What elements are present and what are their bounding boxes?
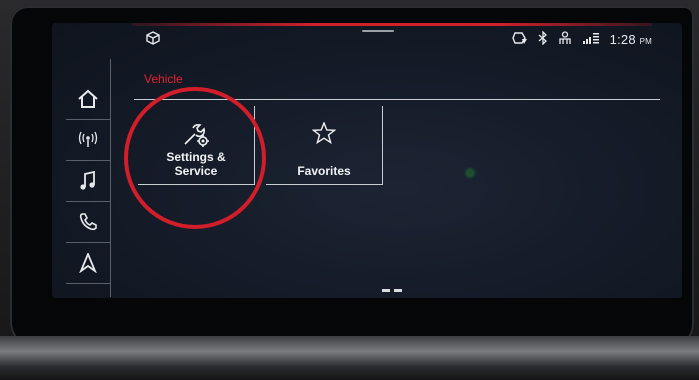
page-dot [394,289,402,292]
lte-signal-icon [582,31,600,48]
sidebar-item-phone[interactable] [66,202,110,243]
wireless-charging-icon [511,31,528,48]
clock: 1:28 PM [610,32,652,47]
wrench-gear-icon [138,122,254,148]
page-dot [382,289,390,292]
car-model-icon[interactable] [146,31,160,50]
settings-and-service-label: Settings & Service [138,150,254,178]
breadcrumb-divider [134,99,660,100]
page-indicator [382,289,402,292]
sidebar-item-media[interactable] [66,161,110,202]
sidebar-item-navigation[interactable] [66,243,110,284]
bluetooth-icon [538,30,548,48]
home-icon [77,89,99,109]
top-accent-bar [132,23,652,26]
user-profile-icon [558,31,572,48]
status-bar: 1:28 PM [52,30,682,51]
sidebar [52,55,114,297]
settings-and-service-tile[interactable]: Settings & Service [138,106,255,185]
favorites-label: Favorites [297,164,351,178]
sidebar-item-home[interactable] [66,79,110,120]
settings-label-line2: Service [174,164,218,178]
navigation-arrow-icon [79,253,97,273]
infotainment-screen: 1:28 PM Vehicle Settings & Service Favor… [52,23,682,298]
star-icon [266,122,382,144]
phone-icon [79,213,97,231]
clock-ampm: PM [639,37,652,46]
favorites-tile[interactable]: Favorites [266,106,383,185]
dashboard-trim [0,336,699,380]
sidebar-item-radio[interactable] [66,120,110,161]
music-note-icon [79,171,97,191]
radio-antenna-icon [77,131,99,149]
screen-reflection [465,168,475,178]
clock-time: 1:28 [609,32,636,47]
breadcrumb[interactable]: Vehicle [144,72,183,86]
sidebar-divider [110,59,111,297]
settings-label-line1: Settings & [166,150,226,164]
